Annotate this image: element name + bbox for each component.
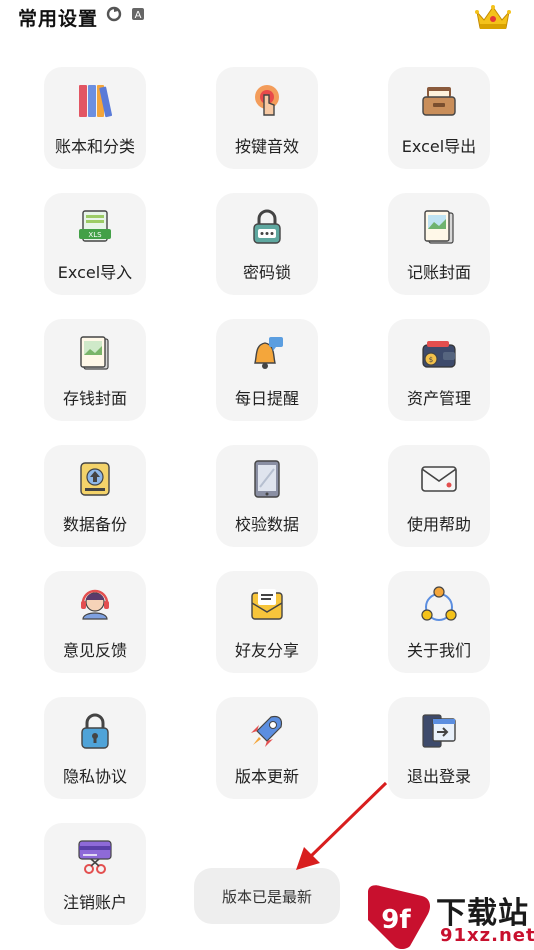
card-label: Excel导入 <box>57 263 133 282</box>
rocket-icon <box>251 715 283 747</box>
annotation-arrow <box>296 781 388 870</box>
card-label: 每日提醒 <box>234 389 299 408</box>
photo-cover-icon <box>80 336 109 370</box>
card-label: 意见反馈 <box>62 641 127 660</box>
card-label: 隐私协议 <box>62 767 127 786</box>
envelope-help-icon <box>421 466 457 492</box>
headset-support-icon <box>81 589 109 620</box>
card-label: 退出登录 <box>406 767 471 786</box>
card-savings-cover[interactable]: 存钱封面 <box>44 319 146 421</box>
svg-text:XLS: XLS <box>88 231 102 239</box>
logout-door-icon <box>422 714 456 748</box>
card-label: 账本和分类 <box>54 137 135 156</box>
card-feedback[interactable]: 意见反馈 <box>44 571 146 673</box>
card-bookkeeping-cover[interactable]: 记账封面 <box>388 193 490 295</box>
share-mail-icon <box>251 589 283 620</box>
privacy-lock-icon <box>81 713 109 749</box>
padlock-keypad-icon <box>253 209 281 244</box>
card-label: 校验数据 <box>234 515 299 534</box>
card-label: 记账封面 <box>406 263 471 282</box>
tablet-icon <box>254 460 280 498</box>
drawer-export-icon <box>422 87 456 116</box>
card-label: 密码锁 <box>242 263 291 282</box>
picture-frame-icon <box>424 210 454 244</box>
card-label: 数据备份 <box>62 515 127 534</box>
card-key-sound[interactable]: 按键音效 <box>216 67 318 169</box>
card-asset-management[interactable]: $ 资产管理 <box>388 319 490 421</box>
card-password-lock[interactable]: 密码锁 <box>216 193 318 295</box>
books-icon <box>79 85 113 118</box>
card-delete-account[interactable]: 注销账户 <box>44 823 146 925</box>
card-share-friends[interactable]: 好友分享 <box>216 571 318 673</box>
card-label: 按键音效 <box>234 137 299 156</box>
card-logout[interactable]: 退出登录 <box>388 697 490 799</box>
backup-upload-icon <box>80 462 110 496</box>
card-excel-export[interactable]: Excel导出 <box>388 67 490 169</box>
card-label: Excel导出 <box>401 137 477 156</box>
svg-text:$: $ <box>429 356 433 364</box>
card-daily-reminder[interactable]: 每日提醒 <box>216 319 318 421</box>
card-privacy-policy[interactable]: 隐私协议 <box>44 697 146 799</box>
card-excel-import[interactable]: XLS Excel导入 <box>44 193 146 295</box>
tap-button-icon <box>255 85 279 116</box>
watermark-badge: 9f <box>381 905 411 935</box>
card-user-help[interactable]: 使用帮助 <box>388 445 490 547</box>
network-people-icon <box>421 586 457 621</box>
xls-import-icon: XLS <box>79 210 111 242</box>
card-label: 关于我们 <box>406 641 471 660</box>
bell-reminder-icon <box>254 337 283 369</box>
settings-grid: 账本和分类 按键音效 Excel导出 XLS Excel导入 密码锁 记账封面 … <box>0 0 534 950</box>
card-label: 注销账户 <box>62 893 127 912</box>
card-about-us[interactable]: 关于我们 <box>388 571 490 673</box>
card-label: 好友分享 <box>234 641 299 660</box>
card-label: 存钱封面 <box>62 389 127 408</box>
card-data-backup[interactable]: 数据备份 <box>44 445 146 547</box>
version-toast: 版本已是最新 <box>194 868 340 924</box>
card-verify-data[interactable]: 校验数据 <box>216 445 318 547</box>
card-cut-icon <box>78 840 112 874</box>
card-label: 使用帮助 <box>406 515 471 534</box>
card-ledger-category[interactable]: 账本和分类 <box>44 67 146 169</box>
card-label: 资产管理 <box>406 389 471 408</box>
wallet-icon: $ <box>422 341 456 368</box>
watermark-url: 91xz.net <box>440 925 534 946</box>
